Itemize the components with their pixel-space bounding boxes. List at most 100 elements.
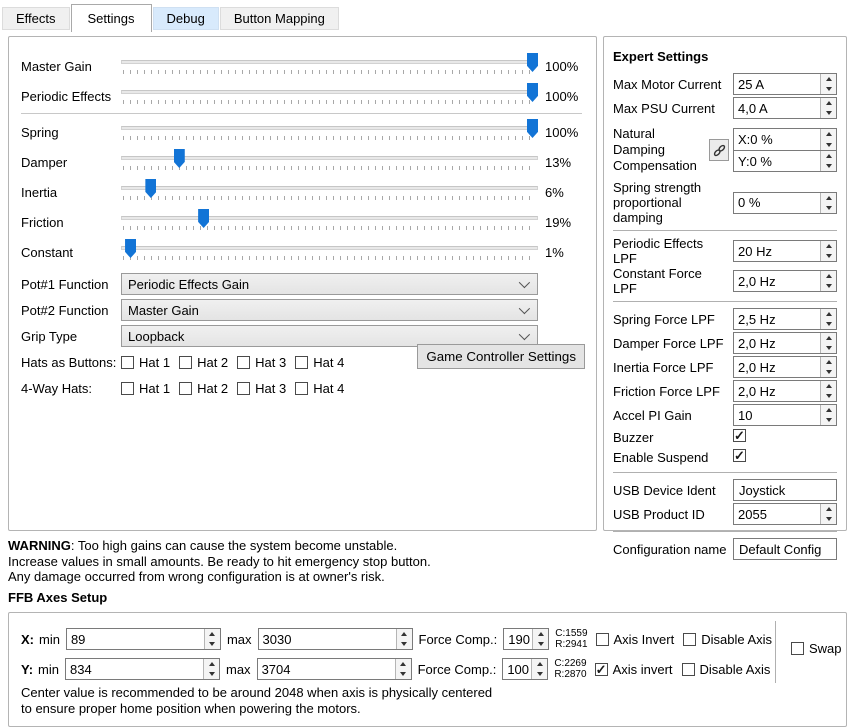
spin-up-icon[interactable] <box>821 241 836 251</box>
damper-slider[interactable] <box>121 149 538 175</box>
usb-product-id-spinbox[interactable]: 2055 <box>733 503 837 525</box>
constant-force-lpf-spinbox[interactable]: 2,0 Hz <box>733 270 837 292</box>
tab-effects[interactable]: Effects <box>2 7 70 30</box>
spin-up-icon[interactable] <box>533 629 548 639</box>
spin-up-icon[interactable] <box>821 357 836 367</box>
spin-down-icon[interactable] <box>821 84 836 94</box>
slider-track[interactable] <box>121 60 538 64</box>
configuration-name-input[interactable]: Default Config <box>733 538 837 560</box>
accel-pi-gain-spinbox[interactable]: 10 <box>733 404 837 426</box>
spin-down-icon[interactable] <box>821 415 836 425</box>
spin-up-icon[interactable] <box>821 271 836 281</box>
spin-up-icon[interactable] <box>821 381 836 391</box>
hats-buttons-hat1-checkbox[interactable] <box>121 355 134 369</box>
spin-down-icon[interactable] <box>821 203 836 213</box>
tab-settings[interactable]: Settings <box>70 4 152 32</box>
natural-damping-y-spinbox[interactable]: Y:0 % <box>733 150 837 172</box>
y-axis-invert-checkbox[interactable] <box>594 662 608 678</box>
slider-track[interactable] <box>121 246 538 250</box>
spin-down-icon[interactable] <box>821 367 836 377</box>
max-motor-current-spinbox[interactable]: 25 A <box>733 73 837 95</box>
spin-down-icon[interactable] <box>821 140 836 151</box>
x-axis-invert-checkbox[interactable] <box>595 632 609 646</box>
spin-up-icon[interactable] <box>821 129 836 140</box>
tab-button-mapping[interactable]: Button Mapping <box>219 7 339 30</box>
pot1-function-select[interactable]: Periodic Effects Gain <box>121 273 538 295</box>
spring-slider[interactable] <box>121 119 538 145</box>
four-way-hat4-checkbox[interactable] <box>295 381 309 395</box>
inertia-force-lpf-spinbox[interactable]: 2,0 Hz <box>733 356 837 378</box>
spin-up-icon[interactable] <box>821 333 836 343</box>
buzzer-checkbox[interactable] <box>733 428 746 444</box>
x-force-comp-spinbox[interactable]: 190 <box>503 628 550 650</box>
four-way-hat1-checkbox[interactable] <box>121 381 134 395</box>
slider-track[interactable] <box>121 216 538 220</box>
enable-suspend-checkbox[interactable] <box>733 448 746 464</box>
spin-down-icon[interactable] <box>397 639 412 649</box>
spin-up-icon[interactable] <box>821 193 836 203</box>
spin-down-icon[interactable] <box>821 391 836 401</box>
hats-buttons-hat3-checkbox[interactable] <box>237 355 251 369</box>
spin-up-icon[interactable] <box>821 98 836 108</box>
spin-up-icon[interactable] <box>821 405 836 415</box>
spin-down-icon[interactable] <box>821 281 836 291</box>
natural-damping-x-spinbox[interactable]: X:0 % <box>733 128 837 150</box>
spin-down-icon[interactable] <box>396 669 411 679</box>
spin-down-icon[interactable] <box>204 669 219 679</box>
spin-down-icon[interactable] <box>821 108 836 118</box>
x-disable-axis-checkbox[interactable] <box>683 632 697 646</box>
y-min-spinbox[interactable]: 834 <box>65 658 220 680</box>
spin-down-icon[interactable] <box>821 319 836 329</box>
spin-up-icon[interactable] <box>397 629 412 639</box>
spin-up-icon[interactable] <box>396 659 411 669</box>
spin-up-icon[interactable] <box>532 659 547 669</box>
usb-device-ident-input[interactable]: Joystick <box>733 479 837 501</box>
spin-down-icon[interactable] <box>821 161 836 171</box>
spin-down-icon[interactable] <box>821 251 836 261</box>
spin-up-icon[interactable] <box>821 504 836 514</box>
master-gain-slider[interactable] <box>121 53 538 79</box>
inertia-slider[interactable] <box>121 179 538 205</box>
friction-slider[interactable] <box>121 209 538 235</box>
slider-track[interactable] <box>121 126 538 130</box>
spring-prop-damping-spinbox[interactable]: 0 % <box>733 191 837 214</box>
spin-down-icon[interactable] <box>532 669 547 679</box>
setting-row: Inertia Force LPF 2,0 Hz <box>613 355 837 379</box>
x-min-spinbox[interactable]: 89 <box>65 628 221 650</box>
combo-value: Periodic Effects Gain <box>128 276 250 292</box>
four-way-hat2-checkbox[interactable] <box>179 381 193 395</box>
four-way-hats-row: 4-Way Hats: Hat 1 Hat 2 Hat 3 Hat 4 <box>21 380 345 396</box>
spin-down-icon[interactable] <box>821 514 836 524</box>
tab-debug[interactable]: Debug <box>152 7 219 30</box>
hats-buttons-hat4-checkbox[interactable] <box>295 355 309 369</box>
periodic-effects-lpf-spinbox[interactable]: 20 Hz <box>733 240 837 262</box>
spin-up-icon[interactable] <box>821 74 836 84</box>
y-force-comp-spinbox[interactable]: 100 <box>502 658 549 680</box>
spin-up-icon[interactable] <box>821 309 836 319</box>
spin-up-icon[interactable] <box>821 151 836 161</box>
constant-slider[interactable] <box>121 239 538 265</box>
swap-axes-checkbox[interactable] <box>791 642 804 655</box>
spin-down-icon[interactable] <box>205 639 220 649</box>
x-max-spinbox[interactable]: 3030 <box>257 628 413 650</box>
spring-force-lpf-spinbox[interactable]: 2,5 Hz <box>733 308 837 330</box>
damper-force-lpf-spinbox[interactable]: 2,0 Hz <box>733 332 837 354</box>
spin-up-icon[interactable] <box>204 659 219 669</box>
four-way-hat3-checkbox[interactable] <box>237 381 251 395</box>
pot2-function-select[interactable]: Master Gain <box>121 299 538 321</box>
spin-down-icon[interactable] <box>821 343 836 353</box>
game-controller-settings-button[interactable]: Game Controller Settings <box>417 344 585 369</box>
setting-row: Periodic Effects LPF 20 Hz <box>613 236 837 266</box>
periodic-effects-slider[interactable] <box>121 83 538 109</box>
max-psu-current-spinbox[interactable]: 4,0 A <box>733 97 837 119</box>
spin-up-icon[interactable] <box>205 629 220 639</box>
slider-track[interactable] <box>121 90 538 94</box>
link-axes-button[interactable] <box>709 139 729 161</box>
spin-down-icon[interactable] <box>533 639 548 649</box>
hats-buttons-hat2-checkbox[interactable] <box>179 355 193 369</box>
y-disable-axis-checkbox[interactable] <box>681 662 695 676</box>
slider-track[interactable] <box>121 186 538 190</box>
friction-force-lpf-spinbox[interactable]: 2,0 Hz <box>733 380 837 402</box>
y-max-spinbox[interactable]: 3704 <box>256 658 412 680</box>
slider-value: 6% <box>545 184 564 200</box>
